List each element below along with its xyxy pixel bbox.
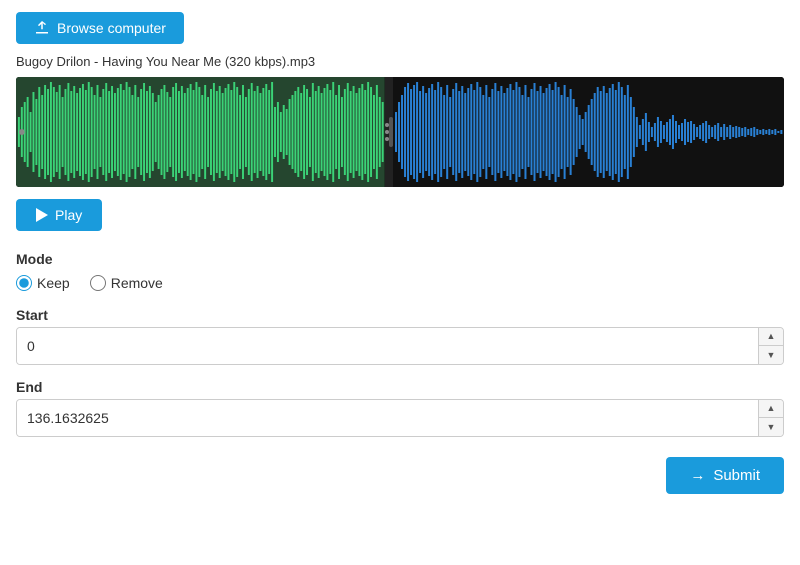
start-increment-btn[interactable]: ▲ [759,328,783,346]
start-decrement-btn[interactable]: ▼ [759,346,783,364]
submit-button-label: Submit [713,467,760,484]
start-input[interactable] [17,328,758,364]
mode-row: Keep Remove [16,275,784,291]
waveform-unselected [393,77,784,187]
submit-button[interactable]: → Submit [666,457,784,494]
waveform-container [16,77,784,187]
end-decrement-btn[interactable]: ▼ [759,418,783,436]
unselected-wave-svg [393,77,784,187]
mode-label: Mode [16,251,784,267]
play-button-label: Play [55,207,82,223]
start-input-wrap: ▲ ▼ [16,327,784,365]
end-increment-btn[interactable]: ▲ [759,400,783,418]
end-input-wrap: ▲ ▼ [16,399,784,437]
arrow-right-icon: → [690,467,705,484]
remove-radio[interactable] [90,275,106,291]
selected-wave-svg [16,77,385,187]
browse-computer-button[interactable]: Browse computer [16,12,184,44]
mode-section: Mode Keep Remove [16,251,784,291]
upload-icon [34,20,50,36]
keep-radio-label: Keep [37,275,70,291]
play-icon [36,208,48,222]
start-spinner: ▲ ▼ [758,328,783,364]
play-button[interactable]: Play [16,199,102,231]
keep-radio-option[interactable]: Keep [16,275,70,291]
browse-button-label: Browse computer [57,20,166,36]
start-field-group: Start ▲ ▼ [16,307,784,365]
waveform-divider[interactable] [385,77,393,187]
start-label: Start [16,307,784,323]
end-input[interactable] [17,400,758,436]
remove-radio-option[interactable]: Remove [90,275,163,291]
end-spinner: ▲ ▼ [758,400,783,436]
keep-radio[interactable] [16,275,32,291]
submit-row: → Submit [16,457,784,494]
waveform-selected [16,77,385,187]
end-label: End [16,379,784,395]
filename-display: Bugoy Drilon - Having You Near Me (320 k… [16,54,784,69]
end-field-group: End ▲ ▼ [16,379,784,437]
remove-radio-label: Remove [111,275,163,291]
